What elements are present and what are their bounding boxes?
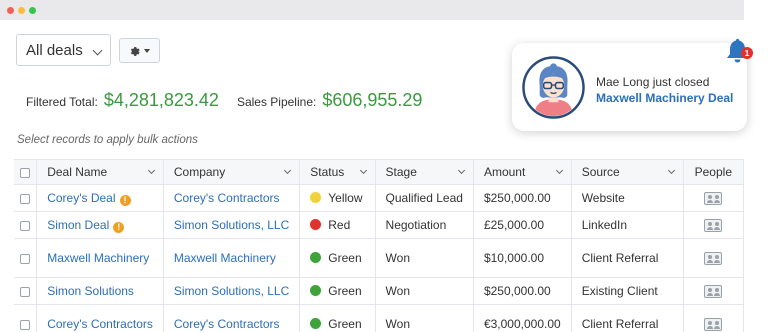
status-dot-icon	[310, 285, 322, 296]
company-link[interactable]: Corey's Contractors	[174, 191, 280, 205]
company-link[interactable]: Corey's Contractors	[174, 317, 280, 331]
deal-name-link[interactable]: Simon Solutions	[47, 284, 134, 298]
status-dot-icon	[310, 252, 322, 263]
status-dot-icon	[310, 192, 322, 203]
status-text: Yellow	[328, 191, 363, 205]
chevron-down-icon	[555, 166, 563, 175]
amount-cell: €3,000,000.00	[473, 304, 572, 332]
totals-bar: Filtered Total: $4,281,823.42 Sales Pipe…	[26, 90, 422, 111]
table-header-row: Deal Name Company Status Stage Amount So…	[14, 159, 744, 185]
column-header-amount[interactable]: Amount	[473, 159, 572, 185]
filtered-total-value: $4,281,823.42	[103, 90, 219, 110]
user-avatar-icon	[522, 56, 585, 119]
status-text: Green	[328, 251, 362, 265]
table-row[interactable]: Corey's Contractors Corey's Contractors …	[14, 304, 744, 332]
sales-pipeline-label: Sales Pipeline:	[236, 95, 317, 109]
warning-icon: !	[113, 221, 125, 233]
close-window-button[interactable]	[7, 7, 14, 14]
amount-cell: $10,000.00	[473, 238, 572, 278]
view-dropdown-label: All deals	[26, 41, 83, 59]
chevron-down-icon	[92, 45, 103, 56]
table-row[interactable]: Simon Solutions Simon Solutions, LLC Gre…	[14, 277, 744, 305]
people-card-icon[interactable]	[704, 285, 723, 299]
table-row[interactable]: Corey's Deal! Corey's Contractors Yellow…	[14, 184, 744, 212]
row-checkbox[interactable]	[20, 286, 31, 297]
status-text: Green	[328, 317, 362, 331]
company-link[interactable]: Simon Solutions, LLC	[174, 284, 289, 298]
filtered-total-label: Filtered Total:	[26, 95, 98, 109]
window-titlebar	[0, 0, 744, 20]
amount-cell: $250,000.00	[473, 277, 572, 305]
notification-count-badge: 1	[741, 47, 753, 59]
source-cell: Existing Client	[571, 277, 684, 305]
table-row[interactable]: Maxwell Machinery Maxwell Machinery Gree…	[14, 238, 744, 278]
sales-pipeline-value: $606,955.29	[322, 90, 423, 110]
deals-table: Deal Name Company Status Stage Amount So…	[14, 159, 744, 332]
source-cell: Client Referral	[571, 238, 684, 278]
caret-down-icon	[144, 48, 150, 53]
chevron-down-icon	[284, 166, 292, 175]
amount-cell: £25,000.00	[473, 211, 572, 239]
stage-cell: Won	[375, 238, 474, 278]
table-row[interactable]: Simon Deal! Simon Solutions, LLC Red Neg…	[14, 211, 744, 239]
stage-cell: Qualified Lead	[375, 184, 474, 212]
deal-name-link[interactable]: Simon Deal	[47, 218, 109, 232]
column-header-source[interactable]: Source	[571, 159, 684, 185]
deal-closed-notification[interactable]: Mae Long just closed Maxwell Machinery D…	[512, 43, 747, 131]
source-cell: Website	[571, 184, 684, 212]
company-link[interactable]: Simon Solutions, LLC	[174, 218, 289, 232]
stage-cell: Won	[375, 277, 474, 305]
minimize-window-button[interactable]	[18, 7, 25, 14]
notification-deal-link[interactable]: Maxwell Machinery Deal	[596, 90, 733, 106]
status-dot-icon	[310, 318, 322, 329]
deal-name-link[interactable]: Maxwell Machinery	[47, 251, 149, 265]
status-dot-icon	[310, 219, 322, 230]
chevron-down-icon	[667, 166, 675, 175]
row-checkbox[interactable]	[20, 319, 31, 330]
column-header-status[interactable]: Status	[299, 159, 376, 185]
settings-dropdown-button[interactable]	[119, 38, 160, 63]
source-cell: Client Referral	[571, 304, 684, 332]
chevron-down-icon	[359, 166, 367, 175]
warning-icon: !	[119, 194, 131, 206]
select-all-cell	[14, 159, 38, 185]
chevron-down-icon	[147, 166, 155, 175]
stage-cell: Won	[375, 304, 474, 332]
view-dropdown[interactable]: All deals	[16, 34, 111, 66]
people-card-icon[interactable]	[704, 219, 723, 233]
company-link[interactable]: Maxwell Machinery	[174, 251, 276, 265]
chevron-down-icon	[457, 166, 465, 175]
notification-message: Mae Long just closed Maxwell Machinery D…	[596, 74, 733, 106]
column-header-deal-name[interactable]: Deal Name	[36, 159, 164, 185]
amount-cell: $250,000.00	[473, 184, 572, 212]
people-card-icon[interactable]	[704, 252, 723, 266]
column-header-people: People	[683, 159, 744, 185]
row-checkbox[interactable]	[20, 220, 31, 231]
bulk-actions-hint: Select records to apply bulk actions	[17, 134, 198, 146]
people-card-icon[interactable]	[704, 318, 723, 332]
column-header-company[interactable]: Company	[163, 159, 301, 185]
select-all-checkbox[interactable]	[20, 167, 31, 178]
status-text: Red	[328, 218, 351, 232]
notification-text: Mae Long just closed	[596, 75, 710, 89]
maximize-window-button[interactable]	[29, 7, 36, 14]
stage-cell: Negotiation	[375, 211, 474, 239]
status-text: Green	[328, 284, 362, 298]
deal-name-link[interactable]: Corey's Contractors	[47, 317, 153, 331]
row-checkbox[interactable]	[20, 193, 31, 204]
row-checkbox[interactable]	[20, 253, 31, 264]
column-header-stage[interactable]: Stage	[375, 159, 474, 185]
people-card-icon[interactable]	[704, 192, 723, 206]
deal-name-link[interactable]: Corey's Deal	[47, 191, 115, 205]
source-cell: LinkedIn	[571, 211, 684, 239]
gear-icon	[130, 46, 140, 56]
